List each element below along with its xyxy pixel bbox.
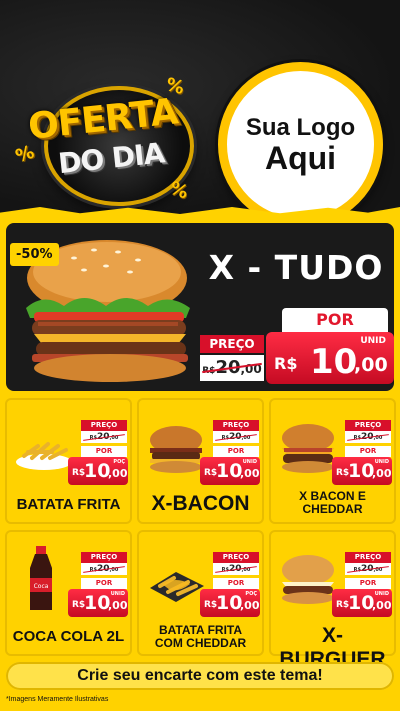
product-card[interactable]: PREÇOR$20,00 PORUNIDR$10,00 X BACON ECHEDD…: [269, 398, 396, 524]
preco-label: PREÇO: [345, 420, 391, 431]
product-name: COCA COLA 2L: [12, 628, 125, 645]
product-name-line2: CHEDDAR: [302, 502, 363, 516]
new-cents: ,00: [240, 467, 260, 480]
product-name-line2: COM CHEDDAR: [154, 636, 247, 650]
unit-label: UNID: [110, 591, 125, 597]
hero-product-name: X - TUDO: [208, 248, 384, 287]
product-card[interactable]: PREÇOR$20,00PORUNIDR$10,00X-BURGUER: [269, 530, 396, 671]
svg-text:Coca: Coca: [34, 583, 49, 590]
old-price: R$20,00: [345, 431, 391, 443]
hero-new-price: UNID R$ 10 ,00: [266, 332, 394, 384]
preco-label: PREÇO: [81, 552, 127, 563]
new-value: 10: [84, 460, 111, 482]
new-value: 10: [216, 460, 243, 482]
new-price: POÇ R$ 10,00: [200, 589, 260, 617]
logo-text-line2: Aqui: [264, 139, 337, 176]
por-label: POR: [81, 578, 127, 589]
new-price: UNID R$ 10,00: [68, 589, 128, 617]
product-name: X-BACON: [151, 492, 250, 515]
new-price: POÇ R$ 10,00: [68, 457, 128, 485]
new-price: UNID R$ 10,00: [332, 457, 392, 485]
new-value: 10: [310, 342, 358, 382]
product-card[interactable]: PREÇOR$20,00 PORPOÇR$10,00 BATATA FRITACOM…: [137, 530, 264, 656]
product-name: X BACON E CHEDDAR: [269, 490, 396, 516]
new-cents: ,00: [354, 354, 388, 376]
logo-placeholder: Sua Logo Aqui: [218, 62, 383, 227]
por-label: POR: [213, 446, 259, 457]
old-price: R$20,00: [345, 563, 391, 575]
new-currency: R$: [274, 354, 298, 373]
por-label: POR: [81, 446, 127, 457]
unit-label: UNID: [242, 459, 257, 465]
hero-old-price: R$20,00: [200, 355, 264, 381]
new-cents: ,00: [372, 599, 392, 612]
product-card[interactable]: PREÇOR$20,00 PORPOÇR$10,00 BATATA FRITA: [5, 398, 132, 524]
por-label: POR: [213, 578, 259, 589]
preco-label: PREÇO: [81, 420, 127, 431]
unit-label: UNID: [374, 591, 389, 597]
flyer-page: % % % OFERTA DO DIA Sua Logo Aqui -50% X…: [0, 0, 400, 711]
logo-text-line1: Sua Logo: [245, 113, 356, 141]
preco-label: PREÇO: [213, 552, 259, 563]
new-cents: ,00: [240, 599, 260, 612]
old-price: R$20,00: [213, 563, 259, 575]
por-label: POR: [345, 578, 391, 589]
new-value: 10: [348, 460, 375, 482]
unit-label: POÇ: [113, 459, 125, 465]
new-value: 10: [348, 592, 375, 614]
unit-label: UNID: [374, 459, 389, 465]
new-price: UNID R$ 10,00: [200, 457, 260, 485]
unit-label: POÇ: [245, 591, 257, 597]
por-label: POR: [345, 446, 391, 457]
product-name: BATATA FRITA: [16, 496, 121, 513]
new-price: UNID R$ 10,00: [332, 589, 392, 617]
preco-label: PREÇO: [345, 552, 391, 563]
new-cents: ,00: [108, 599, 128, 612]
old-price: R$20,00: [81, 431, 127, 443]
hero-por-label: POR: [282, 308, 388, 332]
cta-bar[interactable]: Crie seu encarte com este tema!: [6, 662, 394, 690]
unit-label: UNID: [360, 336, 386, 346]
product-name: BATATA FRITA COM CHEDDAR: [137, 624, 264, 650]
new-value: 10: [84, 592, 111, 614]
old-price: R$20,00: [81, 563, 127, 575]
product-card[interactable]: Coca PREÇOR$20,00 PORUNIDR$10,00 COCA COLA …: [5, 530, 132, 656]
discount-badge: -50%: [10, 243, 59, 266]
product-card[interactable]: PREÇOR$20,00 PORUNIDR$10,00 X-BACON: [137, 398, 264, 524]
new-cents: ,00: [372, 467, 392, 480]
new-value: 10: [216, 592, 243, 614]
old-price: R$20,00: [213, 431, 259, 443]
preco-label: PREÇO: [213, 420, 259, 431]
new-cents: ,00: [108, 467, 128, 480]
disclaimer-text: *Imagens Meramente Ilustrativas: [6, 696, 109, 703]
hero-preco-label: PREÇO: [200, 335, 264, 353]
